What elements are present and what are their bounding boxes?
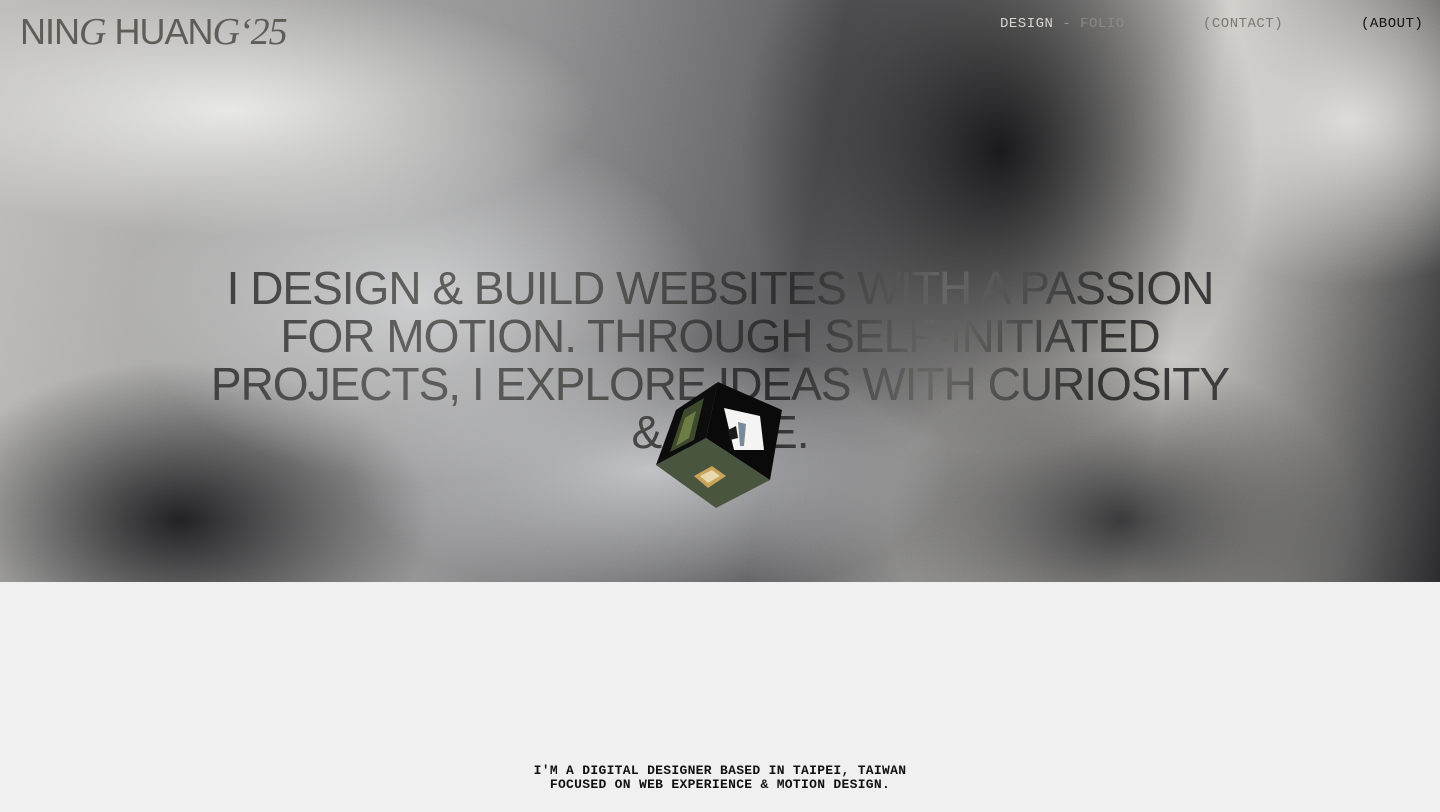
nav-design-label: DESIGN [1000,16,1054,32]
logo-text-4: G [212,11,239,53]
rotating-image-cube[interactable] [654,380,786,510]
nav-design-folio[interactable]: DESIGN - FOLIO [1000,14,1125,34]
nav-contact-link[interactable]: (CONTACT) [1203,14,1283,34]
hero-section: NING HUANG‘25 DESIGN - FOLIO (CONTACT) (… [0,0,1440,582]
site-logo[interactable]: NING HUANG‘25 [20,11,288,53]
nav-folio-label: FOLIO [1080,16,1125,32]
logo-text-1: NIN [20,11,80,52]
logo-year: ‘25 [238,11,288,53]
intro-text: I'M A DIGITAL DESIGNER BASED IN TAIPEI, … [0,764,1440,792]
logo-text-3: HUAN [105,11,213,52]
nav-about-link[interactable]: (ABOUT) [1361,14,1423,34]
logo-text-2: G [79,11,106,53]
intro-line-2: FOCUSED ON WEB EXPERIENCE & MOTION DESIG… [549,777,891,792]
intro-line-1: I'M A DIGITAL DESIGNER BASED IN TAIPEI, … [533,763,907,778]
nav-separator: - [1053,16,1081,32]
